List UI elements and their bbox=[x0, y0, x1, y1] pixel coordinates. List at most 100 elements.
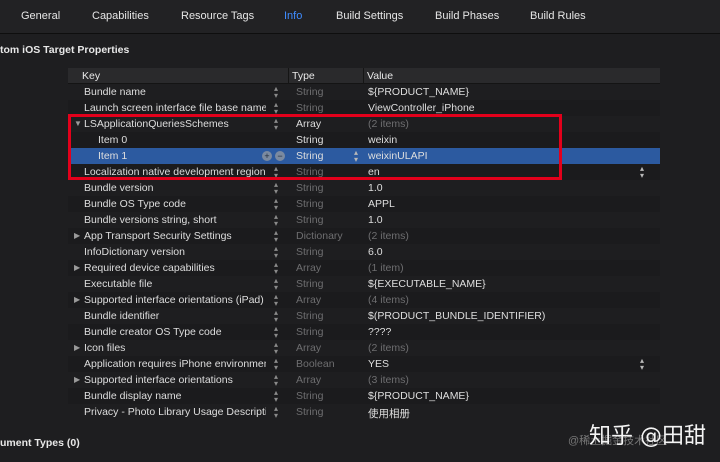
row-type[interactable]: Array bbox=[296, 262, 362, 274]
row-type[interactable]: String bbox=[296, 246, 362, 258]
row-type[interactable]: String bbox=[296, 214, 362, 226]
row-key[interactable]: Bundle versions string, short bbox=[84, 214, 266, 226]
tab-capabilities[interactable]: Capabilities bbox=[92, 10, 149, 22]
row-key[interactable]: Item 0 bbox=[98, 134, 280, 146]
key-stepper-icon[interactable]: ▴ ▾ bbox=[272, 277, 280, 292]
table-row[interactable]: ▶ App Transport Security Settings ▴ ▾ Dictio… bbox=[68, 228, 660, 244]
table-row[interactable]: Bundle identifier ▴ ▾ String $(PRODUCT_BUNDL… bbox=[68, 308, 660, 324]
table-row[interactable]: Bundle OS Type code ▴ ▾ String APPL bbox=[68, 196, 660, 212]
table-row[interactable]: Bundle name ▴ ▾ String ${PRODUCT_NAME} bbox=[68, 84, 660, 100]
row-value[interactable]: ViewController_iPhone bbox=[368, 102, 638, 114]
row-value[interactable]: 6.0 bbox=[368, 246, 638, 258]
row-key[interactable]: Bundle name bbox=[84, 86, 266, 98]
key-stepper-icon[interactable]: ▴ ▾ bbox=[272, 357, 280, 372]
tab-resource-tags[interactable]: Resource Tags bbox=[181, 10, 254, 22]
key-stepper-icon[interactable]: ▴ ▾ bbox=[272, 101, 280, 116]
row-value[interactable]: weixinULAPI bbox=[368, 150, 638, 162]
table-row[interactable]: Application requires iPhone environment ▴… bbox=[68, 356, 660, 372]
add-item-icon[interactable]: + bbox=[262, 151, 272, 161]
row-value[interactable]: ${PRODUCT_NAME} bbox=[368, 390, 638, 402]
tab-general[interactable]: General bbox=[21, 10, 60, 22]
key-stepper-icon[interactable]: ▴ ▾ bbox=[272, 261, 280, 276]
row-value[interactable]: (3 items) bbox=[368, 374, 638, 386]
disclosure-closed-icon[interactable]: ▶ bbox=[74, 231, 80, 240]
row-type[interactable]: Array bbox=[296, 118, 362, 130]
row-type[interactable]: String bbox=[296, 278, 362, 290]
disclosure-closed-icon[interactable]: ▶ bbox=[74, 343, 80, 352]
key-stepper-icon[interactable]: ▴ ▾ bbox=[272, 197, 280, 212]
table-row[interactable]: Bundle versions string, short ▴ ▾ String 1.0 bbox=[68, 212, 660, 228]
row-key[interactable]: Bundle display name bbox=[84, 390, 266, 402]
disclosure-closed-icon[interactable]: ▶ bbox=[74, 295, 80, 304]
row-key[interactable]: Required device capabilities bbox=[84, 262, 266, 274]
key-stepper-icon[interactable]: ▴ ▾ bbox=[272, 309, 280, 324]
row-type[interactable]: Array bbox=[296, 342, 362, 354]
column-header-type[interactable]: Type bbox=[292, 70, 315, 82]
row-value[interactable]: ???? bbox=[368, 326, 638, 338]
row-type[interactable]: Dictionary bbox=[296, 230, 362, 242]
row-key[interactable]: Bundle creator OS Type code bbox=[84, 326, 266, 338]
table-row[interactable]: Privacy - Photo Library Usage Descriptio… bbox=[68, 404, 660, 421]
table-row[interactable]: Bundle version ▴ ▾ String 1.0 bbox=[68, 180, 660, 196]
row-value[interactable]: 1.0 bbox=[368, 182, 638, 194]
table-row[interactable]: Item 1 + − String ▴ ▾ weixinULAPI bbox=[68, 148, 660, 164]
tab-build-phases[interactable]: Build Phases bbox=[435, 10, 499, 22]
key-stepper-icon[interactable]: ▴ ▾ bbox=[272, 245, 280, 260]
row-type[interactable]: String bbox=[296, 102, 362, 114]
table-row[interactable]: ▼ LSApplicationQueriesSchemes ▴ ▾ Array (2 it… bbox=[68, 116, 660, 132]
row-type[interactable]: String bbox=[296, 182, 362, 194]
row-key[interactable]: Item 1 bbox=[98, 150, 280, 162]
table-row[interactable]: Launch screen interface file base name ▴ ▾… bbox=[68, 100, 660, 116]
disclosure-closed-icon[interactable]: ▶ bbox=[74, 263, 80, 272]
row-value[interactable]: (2 items) bbox=[368, 230, 638, 242]
row-key[interactable]: Localization native development region bbox=[84, 166, 266, 178]
row-type[interactable]: String bbox=[296, 390, 362, 402]
table-row[interactable]: Executable file ▴ ▾ String ${EXECUTABLE_NAME… bbox=[68, 276, 660, 292]
remove-item-icon[interactable]: − bbox=[275, 151, 285, 161]
row-type[interactable]: String bbox=[296, 326, 362, 338]
row-key[interactable]: LSApplicationQueriesSchemes bbox=[84, 118, 266, 130]
row-key[interactable]: Bundle version bbox=[84, 182, 266, 194]
column-header-value[interactable]: Value bbox=[367, 70, 393, 82]
section-title[interactable]: tom iOS Target Properties bbox=[0, 44, 129, 56]
table-row[interactable]: Localization native development region ▴ ▾… bbox=[68, 164, 660, 180]
row-type[interactable]: String bbox=[296, 86, 362, 98]
disclosure-open-icon[interactable]: ▼ bbox=[74, 119, 82, 128]
row-value[interactable]: $(PRODUCT_BUNDLE_IDENTIFIER) bbox=[368, 310, 638, 322]
type-stepper-icon[interactable]: ▴ ▾ bbox=[354, 149, 362, 164]
key-stepper-icon[interactable]: ▴ ▾ bbox=[272, 85, 280, 100]
column-header-key[interactable]: Key bbox=[82, 70, 100, 82]
row-key[interactable]: Icon files bbox=[84, 342, 266, 354]
row-key[interactable]: Privacy - Photo Library Usage Descriptio… bbox=[84, 406, 266, 418]
row-key[interactable]: Launch screen interface file base name bbox=[84, 102, 266, 114]
table-row[interactable]: ▶ Supported interface orientations (iPad)… bbox=[68, 292, 660, 308]
key-stepper-icon[interactable]: ▴ ▾ bbox=[272, 341, 280, 356]
table-row[interactable]: Bundle creator OS Type code ▴ ▾ String???? bbox=[68, 324, 660, 340]
row-type[interactable]: Array bbox=[296, 294, 362, 306]
table-row[interactable]: ▶ Supported interface orientations ▴ ▾ Array… bbox=[68, 372, 660, 388]
row-value[interactable]: (1 item) bbox=[368, 262, 638, 274]
document-types-title[interactable]: ument Types (0) bbox=[0, 437, 80, 449]
key-stepper-icon[interactable]: ▴ ▾ bbox=[272, 165, 280, 180]
row-value[interactable]: (2 items) bbox=[368, 118, 638, 130]
row-key[interactable]: App Transport Security Settings bbox=[84, 230, 266, 242]
key-stepper-icon[interactable]: ▴ ▾ bbox=[272, 373, 280, 388]
row-type[interactable]: Array bbox=[296, 374, 362, 386]
key-stepper-icon[interactable]: ▴ ▾ bbox=[272, 117, 280, 132]
row-key[interactable]: Supported interface orientations bbox=[84, 374, 266, 386]
key-stepper-icon[interactable]: ▴ ▾ bbox=[272, 405, 280, 420]
disclosure-closed-icon[interactable]: ▶ bbox=[74, 375, 80, 384]
row-type[interactable]: String bbox=[296, 166, 362, 178]
row-value[interactable]: weixin bbox=[368, 134, 638, 146]
row-value[interactable]: en bbox=[368, 166, 638, 178]
row-type[interactable]: Boolean bbox=[296, 358, 362, 370]
key-stepper-icon[interactable]: ▴ ▾ bbox=[272, 325, 280, 340]
row-type[interactable]: String bbox=[296, 150, 362, 162]
tab-build-settings[interactable]: Build Settings bbox=[336, 10, 403, 22]
row-value[interactable]: ${EXECUTABLE_NAME} bbox=[368, 278, 638, 290]
row-type[interactable]: String bbox=[296, 310, 362, 322]
key-stepper-icon[interactable]: ▴ ▾ bbox=[272, 229, 280, 244]
row-key[interactable]: Supported interface orientations (iPad) bbox=[84, 294, 266, 306]
table-row[interactable]: InfoDictionary version ▴ ▾ String 6.0 bbox=[68, 244, 660, 260]
row-value[interactable]: YES bbox=[368, 358, 638, 370]
